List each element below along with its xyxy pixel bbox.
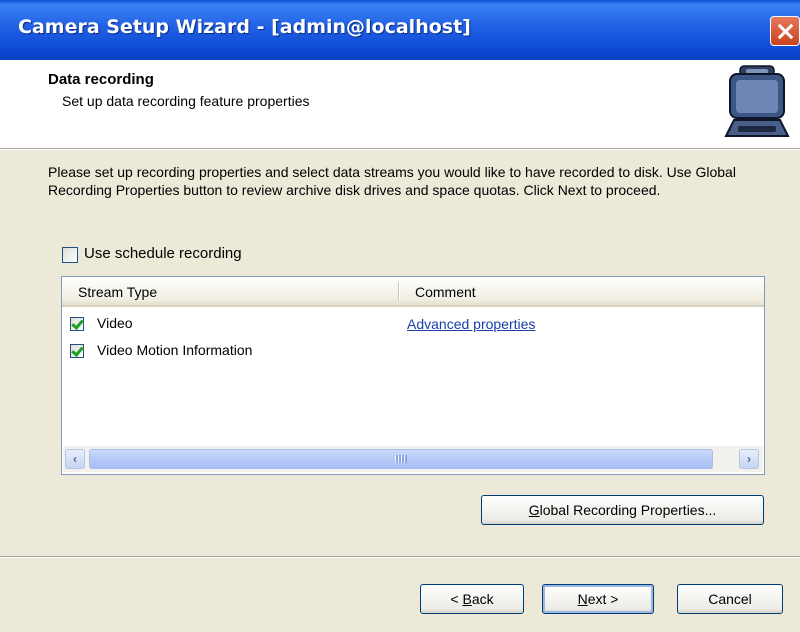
video-motion-checkbox[interactable]: [70, 344, 84, 358]
column-divider[interactable]: [398, 282, 400, 301]
video-checkbox[interactable]: [70, 317, 84, 331]
title-bar[interactable]: Camera Setup Wizard - [admin@localhost]: [0, 0, 800, 60]
next-button[interactable]: Next >: [542, 584, 654, 614]
footer-divider: [0, 556, 800, 558]
cancel-button[interactable]: Cancel: [677, 584, 783, 614]
global-recording-properties-button[interactable]: Global Recording Properties...: [481, 495, 764, 525]
mnemonic: B: [462, 591, 472, 607]
stream-list[interactable]: Stream Type Comment Video Advanced prope…: [61, 276, 765, 475]
scroll-thumb[interactable]: [89, 449, 713, 469]
horizontal-scrollbar[interactable]: ‹ ›: [63, 446, 763, 472]
window-title: Camera Setup Wizard - [admin@localhost]: [18, 16, 471, 38]
close-icon[interactable]: [770, 16, 800, 46]
stream-name: Video Motion Information: [97, 342, 253, 358]
camera-case-icon: [724, 65, 790, 137]
column-header-stream-type[interactable]: Stream Type: [78, 284, 157, 300]
button-label: ext >: [587, 591, 619, 607]
list-header: Stream Type Comment: [62, 277, 764, 307]
schedule-checkbox-label: Use schedule recording: [84, 245, 242, 262]
mnemonic: N: [577, 591, 588, 607]
page-subtitle: Set up data recording feature properties: [62, 93, 310, 109]
scroll-right-icon[interactable]: ›: [739, 449, 759, 469]
button-label: lobal Recording Properties...: [539, 502, 717, 518]
schedule-checkbox-box[interactable]: [62, 247, 78, 263]
mnemonic: G: [528, 502, 540, 518]
advanced-properties-link[interactable]: Advanced properties: [407, 316, 535, 332]
page-title: Data recording: [48, 71, 154, 88]
wizard-window: Camera Setup Wizard - [admin@localhost] …: [0, 0, 800, 632]
grip-icon: [395, 455, 407, 463]
button-label: <: [450, 591, 463, 607]
instructions-text: Please set up recording properties and s…: [48, 164, 736, 198]
back-button[interactable]: < Back: [420, 584, 524, 614]
header-divider: [0, 148, 800, 150]
scroll-left-icon[interactable]: ‹: [65, 449, 85, 469]
column-header-comment[interactable]: Comment: [415, 284, 476, 300]
stream-name: Video: [97, 315, 133, 331]
button-label: ack: [471, 591, 494, 607]
